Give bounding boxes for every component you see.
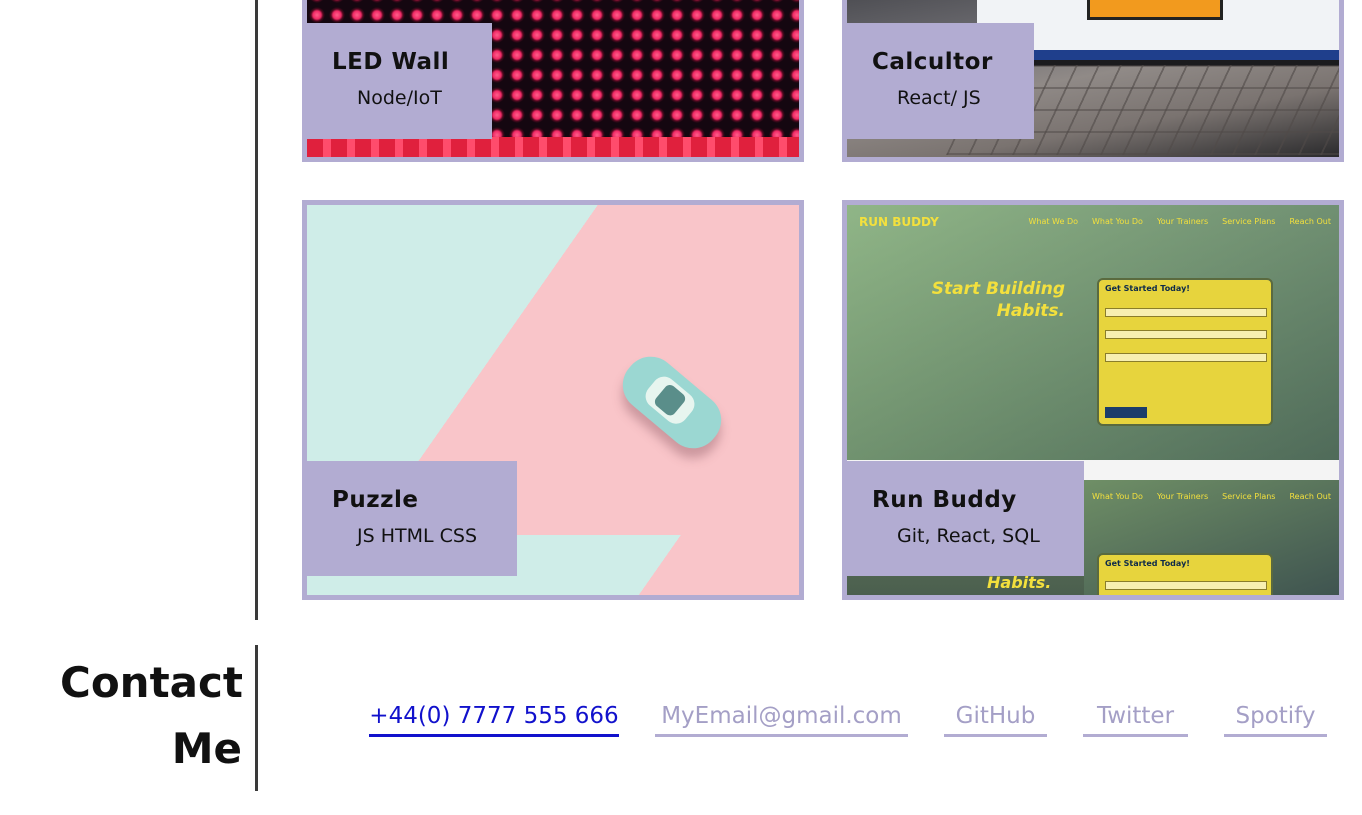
contact-heading-line: Contact (60, 658, 243, 707)
project-card-run-buddy[interactable]: RUN BUDDY What We Do What You Do Your Tr… (842, 200, 1344, 600)
nav-item: What We Do (1028, 217, 1078, 226)
form-field (1105, 353, 1267, 362)
run-buddy-signup-form: Get Started Today! (1097, 278, 1273, 426)
led-wall-image-strip (307, 137, 799, 157)
project-tech: Node/IoT (357, 87, 442, 109)
project-label: Puzzle JS HTML CSS (307, 461, 517, 576)
project-title: Puzzle (332, 487, 419, 513)
nav-item: Your Trainers (1156, 217, 1209, 226)
nav-item: Your Trainers (1156, 492, 1209, 501)
nav-item: Reach Out (1289, 217, 1331, 226)
form-field (1105, 581, 1267, 590)
form-field (1105, 330, 1267, 339)
nav-item: Reach Out (1289, 492, 1331, 501)
project-tech: React/ JS (897, 87, 981, 109)
contact-heading-line: Me (171, 724, 242, 773)
contact-email-link[interactable]: MyEmail@gmail.com (655, 701, 908, 737)
project-title: Run Buddy (872, 487, 1017, 513)
run-buddy-headline: Start Building Habits. (925, 278, 1065, 322)
form-submit (1105, 407, 1147, 418)
contact-github-link[interactable]: GitHub (944, 701, 1047, 737)
contact-spotify-link[interactable]: Spotify (1224, 701, 1327, 737)
run-buddy-nav: What We Do What You Do Your Trainers Ser… (1028, 217, 1331, 226)
portfolio-page: LED Wall Node/IoT Calcultor React/ JS Pu… (0, 0, 1362, 815)
section-divider-line (255, 0, 258, 620)
form-title: Get Started Today! (1105, 284, 1190, 293)
nav-item: Service Plans (1222, 492, 1276, 501)
calculator-display (1087, 0, 1223, 20)
nav-item: What You Do (1092, 217, 1143, 226)
contact-heading: Contact Me (60, 650, 243, 782)
project-tech: JS HTML CSS (357, 525, 478, 547)
headline-line: Habits. (996, 301, 1065, 321)
project-tech: Git, React, SQL (897, 525, 1040, 547)
run-buddy-brand: RUN BUDDY (859, 215, 939, 229)
project-label: LED Wall Node/IoT (307, 23, 492, 139)
contact-phone-link[interactable]: +44(0) 7777 555 666 (369, 701, 619, 737)
headline-line: Start Building (931, 279, 1065, 299)
project-card-calculator[interactable]: Calcultor React/ JS (842, 0, 1344, 162)
contact-twitter-link[interactable]: Twitter (1083, 701, 1188, 737)
form-title: Get Started Today! (1105, 559, 1190, 568)
project-card-puzzle[interactable]: Puzzle JS HTML CSS (302, 200, 804, 600)
nav-item: What You Do (1092, 492, 1143, 501)
project-card-led-wall[interactable]: LED Wall Node/IoT (302, 0, 804, 162)
project-title: Calcultor (872, 49, 993, 75)
form-field (1105, 308, 1267, 317)
project-label: Calcultor React/ JS (847, 23, 1034, 139)
project-label: Run Buddy Git, React, SQL (847, 461, 1084, 576)
nav-item: Service Plans (1222, 217, 1276, 226)
project-title: LED Wall (332, 49, 450, 75)
run-buddy-signup-form-repeat: Get Started Today! (1097, 553, 1273, 595)
contact-divider-line (255, 645, 258, 791)
